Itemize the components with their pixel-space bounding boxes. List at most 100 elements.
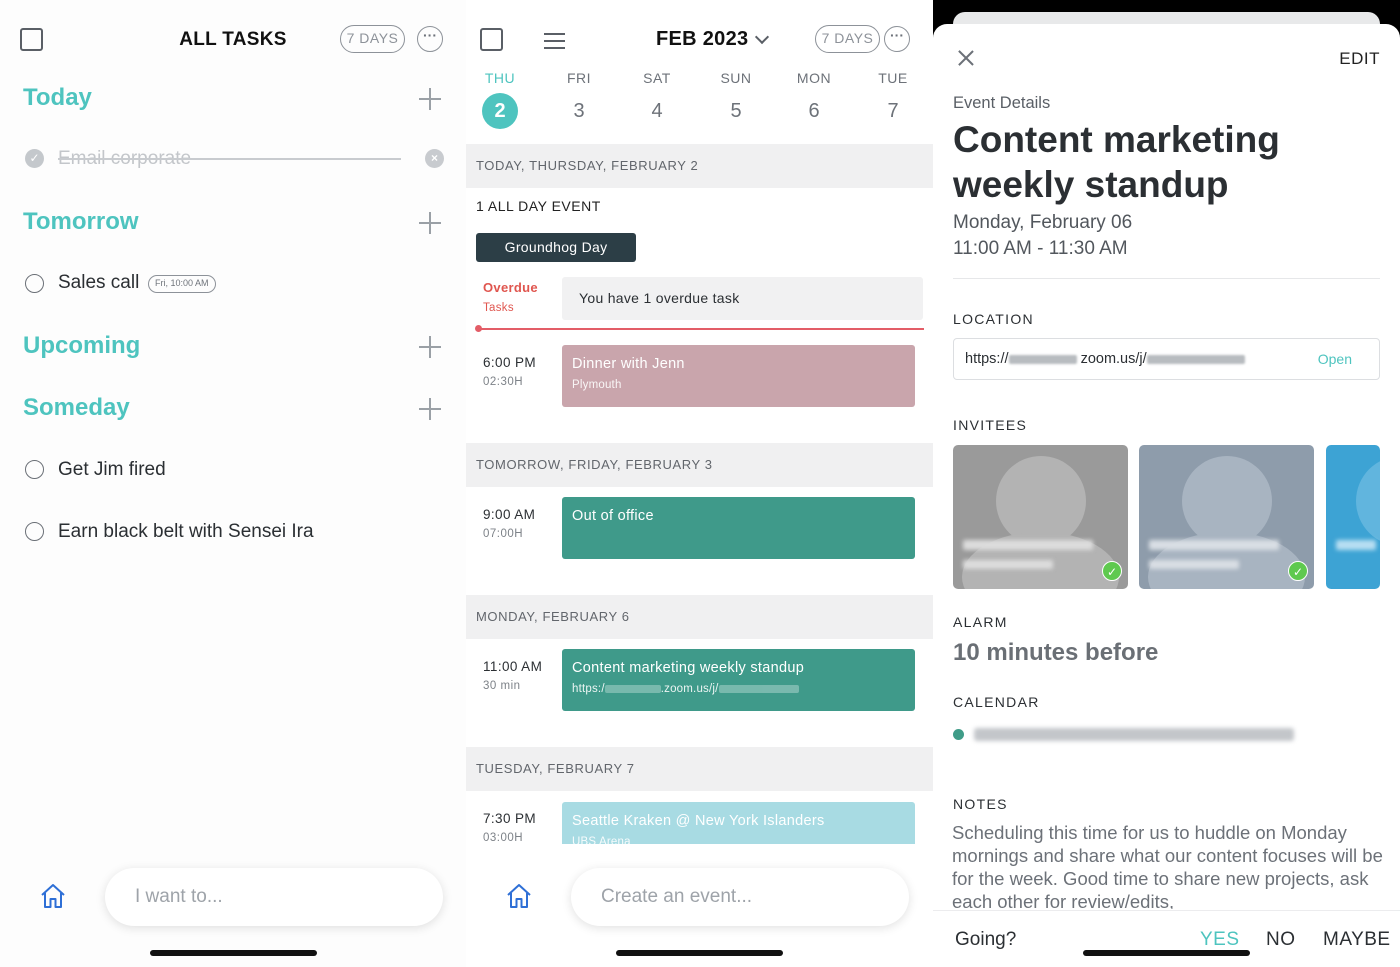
event-out-of-office[interactable]: Out of office [562, 497, 915, 559]
event-date-time: Monday, February 06 11:00 AM - 11:30 AM [953, 210, 1132, 262]
date-header: TUESDAY, FEBRUARY 7 [466, 747, 933, 791]
more-options-icon[interactable]: ··· [417, 26, 443, 52]
section-label: Event Details [953, 94, 1051, 112]
alarm-value[interactable]: 10 minutes before [953, 639, 1158, 667]
rsvp-bar: Going? YES NO MAYBE [933, 910, 1400, 967]
add-today-icon[interactable] [419, 88, 441, 110]
day-number: 3 [573, 100, 585, 122]
invitees-label: INVITEES [953, 417, 1028, 433]
current-time-dot [475, 325, 482, 332]
event-title: Out of office [572, 508, 654, 524]
event-location: UBS Arena [572, 836, 631, 844]
event-dinner[interactable]: Dinner with Jenn Plymouth [562, 345, 915, 407]
day-fri[interactable]: FRI 3 [549, 70, 609, 123]
day-thu[interactable]: THU 2 [470, 70, 530, 129]
add-upcoming-icon[interactable] [419, 336, 441, 358]
event-location: https:/ .zoom.us/j/ [572, 683, 905, 695]
event-duration: 03:00H [483, 832, 524, 844]
avatar [1356, 456, 1380, 546]
day-number: 4 [651, 100, 663, 122]
tasks-toggle-checkbox[interactable] [480, 28, 503, 51]
event-location: Plymouth [572, 379, 622, 391]
edit-button[interactable]: EDIT [1339, 49, 1380, 69]
redacted-text [604, 684, 661, 693]
task-checkbox[interactable] [25, 522, 44, 541]
tasks-panel: ALL TASKS 7 DAYS ··· Today ✓ Email corpo… [0, 0, 466, 967]
task-item[interactable]: Get Jim fired [58, 459, 166, 481]
redacted-text [1008, 354, 1077, 364]
date-header: MONDAY, FEBRUARY 6 [466, 595, 933, 639]
menu-icon[interactable] [544, 33, 565, 49]
invitee-card[interactable] [1326, 445, 1380, 589]
event-kraken[interactable]: Seattle Kraken @ New York Islanders UBS … [562, 802, 915, 844]
task-checkbox[interactable] [25, 274, 44, 293]
event-time: 11:00 AM [483, 659, 543, 674]
invitee-card[interactable]: ✓ [1139, 445, 1314, 589]
url-mid: .zoom.us/j/ [660, 683, 719, 695]
section-tomorrow: Tomorrow [23, 208, 139, 235]
redacted-calendar-name [974, 728, 1294, 741]
event-standup[interactable]: Content marketing weekly standup https:/… [562, 649, 915, 711]
event-time: 11:00 AM - 11:30 AM [953, 238, 1128, 259]
all-day-label: 1 ALL DAY EVENT [476, 198, 601, 214]
rsvp-maybe-button[interactable]: MAYBE [1323, 929, 1391, 951]
day-tue[interactable]: TUE 7 [863, 70, 923, 123]
redacted-name [1149, 540, 1279, 550]
location-field[interactable]: https:// zoom.us/j/ Open [953, 338, 1380, 380]
home-indicator [1083, 950, 1250, 956]
home-icon[interactable] [505, 882, 533, 910]
current-time-line [478, 328, 924, 330]
close-icon[interactable] [958, 50, 974, 66]
event-duration: 02:30H [483, 376, 524, 388]
day-name: SAT [643, 70, 671, 86]
event-title: Seattle Kraken @ New York Islanders [572, 813, 825, 829]
overdue-banner[interactable]: You have 1 overdue task [562, 277, 923, 320]
home-indicator [150, 950, 317, 956]
day-sat[interactable]: SAT 4 [627, 70, 687, 123]
notes-label: NOTES [953, 796, 1008, 812]
home-indicator [616, 950, 783, 956]
event-duration: 30 min [483, 680, 521, 692]
day-name: FRI [566, 70, 592, 86]
chevron-down-icon[interactable] [754, 29, 770, 45]
task-checkbox[interactable] [25, 460, 44, 479]
accepted-check-icon: ✓ [1102, 561, 1122, 581]
invitee-card[interactable]: ✓ [953, 445, 1128, 589]
day-number-selected: 2 [482, 93, 518, 129]
accepted-check-icon: ✓ [1288, 561, 1308, 581]
event-title: Content marketing weekly standup [953, 119, 1280, 205]
redacted-name [963, 560, 1053, 569]
schedule-list[interactable]: TODAY, THURSDAY, FEBRUARY 2 1 ALL DAY EV… [466, 144, 933, 844]
location-label: LOCATION [953, 311, 1034, 327]
add-tomorrow-icon[interactable] [419, 212, 441, 234]
completed-check-icon[interactable]: ✓ [25, 149, 44, 168]
redacted-name [963, 540, 1093, 550]
seven-days-toggle[interactable]: 7 DAYS [340, 25, 405, 53]
task-item[interactable]: Earn black belt with Sensei Ira [58, 521, 314, 543]
day-name: THU [484, 70, 516, 86]
rsvp-no-button[interactable]: NO [1266, 929, 1296, 951]
redacted-name [1336, 540, 1376, 550]
remove-task-icon[interactable]: × [425, 149, 444, 168]
day-name: MON [796, 70, 832, 86]
event-title: Dinner with Jenn [572, 356, 685, 372]
day-sun[interactable]: SUN 5 [706, 70, 766, 123]
home-icon[interactable] [39, 882, 67, 910]
month-selector[interactable]: FEB 2023 [656, 28, 748, 51]
task-input[interactable]: I want to... [105, 868, 443, 926]
date-header: TODAY, THURSDAY, FEBRUARY 2 [466, 144, 933, 188]
all-day-event[interactable]: Groundhog Day [476, 233, 636, 262]
add-someday-icon[interactable] [419, 398, 441, 420]
seven-days-toggle[interactable]: 7 DAYS [815, 25, 880, 53]
redacted-text [1146, 354, 1245, 364]
rsvp-yes-button[interactable]: YES [1200, 929, 1240, 951]
event-input[interactable]: Create an event... [571, 868, 909, 926]
open-link-button[interactable]: Open [1318, 339, 1352, 379]
alarm-label: ALARM [953, 614, 1008, 630]
section-upcoming: Upcoming [23, 332, 141, 359]
notes-text: Scheduling this time for us to huddle on… [952, 822, 1383, 909]
event-time: 6:00 PM [483, 355, 537, 370]
day-mon[interactable]: MON 6 [784, 70, 844, 123]
task-sales-call[interactable]: Sales call [58, 272, 139, 294]
more-options-icon[interactable]: ··· [884, 26, 910, 52]
